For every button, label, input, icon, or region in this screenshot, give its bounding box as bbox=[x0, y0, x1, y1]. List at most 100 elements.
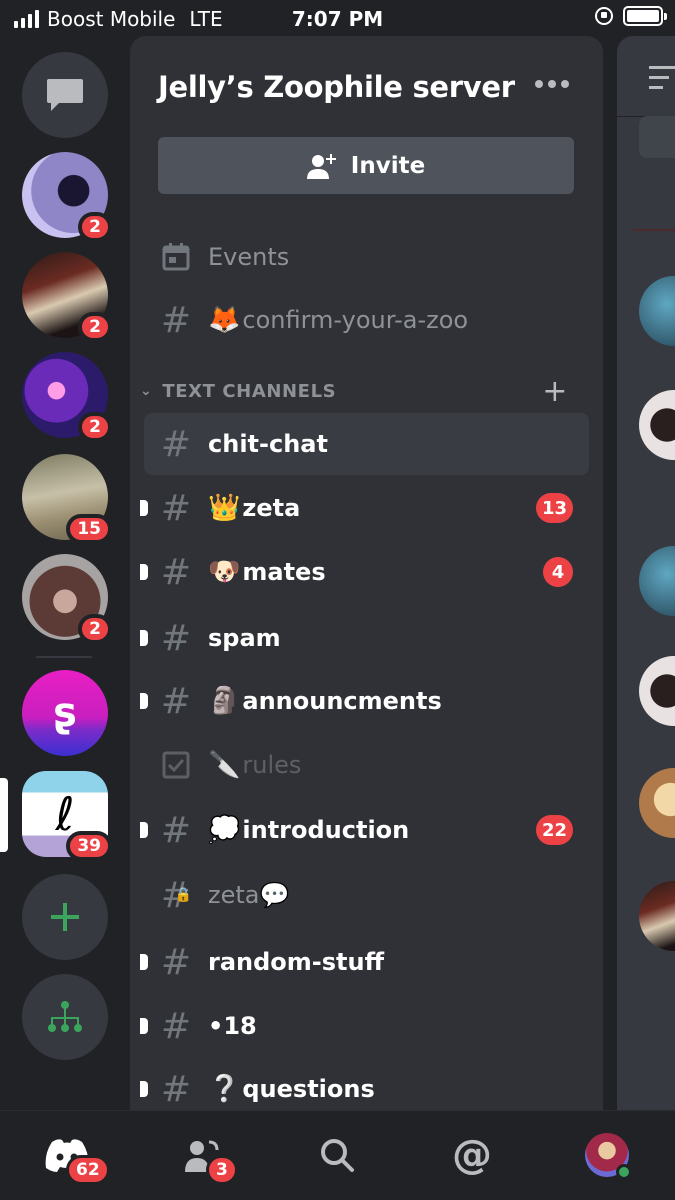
channel-emoji: 🦊 bbox=[208, 305, 241, 335]
hash-icon: # bbox=[160, 617, 192, 659]
friends-badge: 3 bbox=[206, 1155, 238, 1185]
channel-item-locked[interactable]: # 🔒 zeta💬 bbox=[144, 864, 589, 926]
avatar[interactable] bbox=[639, 276, 675, 346]
clock: 7:07 PM bbox=[291, 7, 384, 31]
mention-badge: 2 bbox=[78, 614, 112, 644]
add-channel-icon[interactable]: + bbox=[542, 374, 568, 409]
channel-item-active[interactable]: # chit-chat bbox=[144, 413, 589, 475]
rail-divider bbox=[36, 656, 92, 658]
channel-name: questions bbox=[242, 1075, 375, 1103]
server-rail: 2 2 2 15 2 ʂ ℓ 39 bbox=[0, 36, 128, 1110]
hash-icon: # bbox=[160, 487, 192, 529]
mention-badge: 4 bbox=[543, 557, 573, 587]
avatar[interactable] bbox=[639, 546, 675, 616]
server-icon[interactable]: ʂ bbox=[22, 670, 108, 756]
avatar[interactable] bbox=[639, 768, 675, 838]
mention-badge: 2 bbox=[78, 312, 112, 342]
channel-item[interactable]: # ❔ questions bbox=[140, 1058, 589, 1110]
avatar[interactable] bbox=[639, 390, 675, 460]
events-item[interactable]: Events bbox=[144, 226, 589, 288]
unread-indicator bbox=[140, 693, 148, 709]
more-options-icon[interactable] bbox=[535, 80, 569, 88]
avatar[interactable] bbox=[639, 656, 675, 726]
channel-panel: Jelly’s Zoophile server Invite Events # … bbox=[130, 36, 603, 1110]
hash-icon: # bbox=[160, 1068, 192, 1110]
server-discovery-icon bbox=[48, 1001, 82, 1032]
channel-item[interactable]: # •18 bbox=[140, 995, 589, 1057]
tab-home[interactable]: 62 bbox=[32, 1125, 110, 1185]
events-label: Events bbox=[208, 243, 290, 271]
channel-name: rules bbox=[242, 751, 302, 779]
server-name[interactable]: Jelly’s Zoophile server bbox=[158, 70, 515, 104]
channel-emoji: 🔪 bbox=[208, 750, 241, 780]
explore-servers-button[interactable] bbox=[22, 974, 108, 1060]
channel-name: spam bbox=[208, 624, 281, 652]
unread-indicator bbox=[140, 954, 148, 970]
category-text-channels[interactable]: ⌄ TEXT CHANNELS + bbox=[138, 374, 588, 409]
add-user-icon bbox=[306, 153, 336, 179]
hash-icon: # bbox=[160, 551, 192, 593]
channel-item[interactable]: # 🐶 mates 4 bbox=[140, 541, 589, 603]
channel-name: announcments bbox=[242, 687, 442, 715]
message-input-peek[interactable] bbox=[639, 116, 675, 158]
chevron-down-icon: ⌄ bbox=[140, 383, 153, 399]
hash-icon: # bbox=[160, 423, 192, 465]
mention-badge: 13 bbox=[535, 493, 573, 523]
tab-friends[interactable]: 3 bbox=[168, 1125, 238, 1185]
chat-panel-peek[interactable] bbox=[617, 36, 675, 1110]
search-icon bbox=[321, 1139, 354, 1172]
mention-badge: 2 bbox=[78, 212, 112, 242]
channel-name: zeta💬 bbox=[208, 881, 290, 909]
user-avatar bbox=[585, 1133, 632, 1180]
server-icon[interactable]: 2 bbox=[22, 152, 112, 242]
channel-emoji: 🐶 bbox=[208, 557, 241, 587]
unread-indicator bbox=[140, 500, 148, 516]
unread-indicator bbox=[140, 822, 148, 838]
hash-icon: # bbox=[160, 1005, 192, 1047]
invite-label: Invite bbox=[350, 152, 426, 179]
unread-indicator bbox=[140, 564, 148, 580]
online-status-dot bbox=[616, 1164, 632, 1180]
calendar-icon bbox=[144, 243, 208, 271]
avatar[interactable] bbox=[639, 881, 675, 951]
channel-name: zeta bbox=[242, 494, 301, 522]
mention-badge: 22 bbox=[535, 815, 573, 845]
channel-item[interactable]: # 💭 introduction 22 bbox=[140, 799, 589, 861]
tab-search[interactable] bbox=[302, 1125, 372, 1185]
rules-checkbox-icon bbox=[144, 751, 208, 779]
channel-name: confirm-your-a-zoo bbox=[242, 306, 469, 334]
home-badge: 62 bbox=[66, 1155, 110, 1185]
server-icon[interactable]: 2 bbox=[22, 554, 112, 644]
server-icon[interactable]: 2 bbox=[22, 352, 112, 442]
unread-indicator bbox=[140, 1081, 148, 1097]
channel-emoji: 🗿 bbox=[208, 686, 241, 716]
server-icon[interactable]: 15 bbox=[22, 454, 112, 544]
add-server-button[interactable] bbox=[22, 874, 108, 960]
invite-button[interactable]: Invite bbox=[158, 137, 574, 194]
tab-mentions[interactable]: @ bbox=[437, 1125, 507, 1185]
mention-badge: 2 bbox=[78, 412, 112, 442]
battery-icon bbox=[623, 6, 667, 26]
unread-indicator bbox=[140, 630, 148, 646]
hash-icon: # bbox=[160, 299, 192, 341]
server-avatar: ʂ bbox=[22, 670, 108, 756]
direct-messages-button[interactable] bbox=[22, 52, 108, 138]
channel-item-rules[interactable]: 🔪 rules bbox=[144, 734, 589, 796]
server-icon-selected[interactable]: ℓ 39 bbox=[22, 771, 112, 861]
channel-item[interactable]: # random-stuff bbox=[140, 931, 589, 993]
channel-item[interactable]: # 🗿 announcments bbox=[140, 670, 589, 732]
locked-hash-icon: # 🔒 bbox=[160, 874, 192, 916]
hash-icon: # bbox=[160, 809, 192, 851]
channel-emoji: 👑 bbox=[208, 493, 241, 523]
channel-emoji: 💭 bbox=[208, 815, 241, 845]
channel-item[interactable]: # 👑 zeta 13 bbox=[140, 477, 589, 539]
channel-name: chit-chat bbox=[208, 430, 328, 458]
channel-emoji: ❔ bbox=[208, 1074, 241, 1104]
server-icon[interactable]: 2 bbox=[22, 252, 112, 342]
tab-profile[interactable] bbox=[572, 1125, 642, 1185]
category-label: TEXT CHANNELS bbox=[162, 380, 337, 402]
channel-item[interactable]: # 🦊 confirm-your-a-zoo bbox=[144, 289, 589, 351]
channel-item[interactable]: # spam bbox=[140, 607, 589, 669]
hash-icon: # bbox=[160, 680, 192, 722]
channel-name: •18 bbox=[208, 1012, 257, 1040]
